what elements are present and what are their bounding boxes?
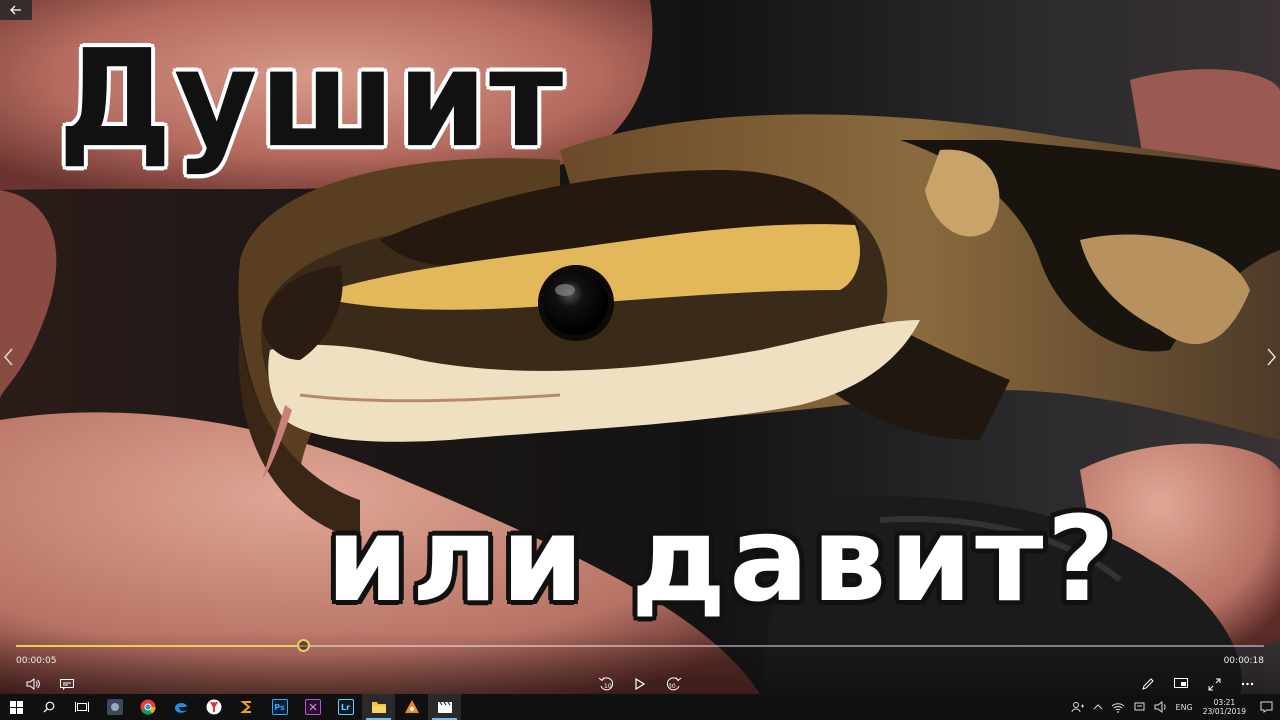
more-options-button[interactable] — [1238, 676, 1256, 692]
expand-icon — [1208, 678, 1220, 690]
yandex-icon — [206, 699, 221, 715]
taskbar-app-generic[interactable] — [98, 694, 131, 720]
play-button[interactable] — [632, 676, 648, 692]
chrome-icon — [140, 699, 156, 715]
photoshop-icon: Ps — [271, 699, 288, 715]
taskbar-app-edge[interactable] — [164, 694, 197, 720]
current-time: 00:00:05 — [16, 656, 57, 666]
language-indicator[interactable]: ENG — [1172, 694, 1197, 720]
skip-back-label: 10 — [604, 683, 612, 690]
skip-back-button[interactable]: 10 — [597, 676, 617, 692]
search-button[interactable] — [32, 694, 65, 720]
chevron-up-icon — [1093, 704, 1102, 710]
ellipsis-icon — [1241, 682, 1253, 686]
people-icon — [1071, 702, 1084, 713]
skip-forward-label: 30 — [668, 683, 676, 690]
system-tray: ENG 03:21 23/01/2019 — [1067, 694, 1280, 720]
taskbar-app-chrome[interactable] — [131, 694, 164, 720]
taskbar-app-media[interactable] — [296, 694, 329, 720]
folder-icon — [371, 702, 386, 713]
next-button[interactable] — [1266, 348, 1276, 371]
back-button[interactable] — [0, 0, 32, 20]
windows-logo-icon — [9, 700, 23, 714]
app-icon — [106, 699, 123, 715]
show-hidden-icons-button[interactable] — [1089, 694, 1107, 720]
player-controls: 00:00:05 00:00:18 10 30 — [0, 632, 1280, 694]
chevron-left-icon — [4, 348, 13, 366]
cast-icon — [1174, 678, 1188, 688]
speaker-icon — [1154, 701, 1166, 713]
chevron-right-icon — [1267, 348, 1276, 366]
taskbar-app-yandex[interactable] — [197, 694, 230, 720]
snake-eye — [544, 271, 608, 335]
play-icon — [635, 678, 645, 690]
network-button[interactable] — [1107, 694, 1129, 720]
rewind-10-icon: 10 — [598, 677, 614, 691]
lightroom-icon: Lr — [337, 699, 354, 715]
taskbar-app-media-player[interactable] — [395, 694, 428, 720]
task-view-icon — [74, 702, 89, 712]
wifi-icon — [1111, 702, 1124, 713]
search-icon — [43, 701, 54, 713]
taskbar-app-lightroom[interactable]: Lr — [329, 694, 362, 720]
fullscreen-button[interactable] — [1205, 676, 1223, 692]
skip-forward-button[interactable]: 30 — [663, 676, 683, 692]
clock-time: 03:21 — [1213, 698, 1236, 707]
seek-bar-thumb[interactable] — [297, 639, 311, 652]
caption-bottom: или давит? — [326, 490, 1118, 628]
clapperboard-icon — [437, 701, 452, 713]
volume-icon — [26, 678, 40, 690]
subtitles-button[interactable] — [58, 676, 76, 692]
previous-button[interactable] — [4, 348, 14, 371]
seek-bar-progress — [16, 645, 304, 647]
taskbar-app-file-explorer[interactable] — [362, 694, 395, 720]
subtitles-icon — [60, 678, 74, 690]
volume-button[interactable] — [24, 676, 42, 692]
back-arrow-icon — [10, 5, 21, 15]
taskbar-app-s[interactable] — [230, 694, 263, 720]
media-player-icon — [404, 700, 419, 713]
action-center-button[interactable] — [1252, 694, 1280, 720]
taskbar: Ps Lr ENG 03:21 23/01/2019 — [0, 694, 1280, 720]
caption-top: Душит — [58, 21, 566, 178]
tray-app-button[interactable] — [1129, 694, 1150, 720]
forward-30-icon: 30 — [666, 677, 682, 691]
start-button[interactable] — [0, 694, 32, 720]
volume-tray-button[interactable] — [1150, 694, 1172, 720]
clock[interactable]: 03:21 23/01/2019 — [1197, 694, 1252, 720]
notification-icon — [1260, 701, 1272, 713]
cast-button[interactable] — [1172, 676, 1190, 692]
tray-app-icon — [1134, 702, 1145, 711]
media-app-icon — [304, 699, 321, 715]
edge-icon — [174, 702, 187, 713]
taskbar-app-movies-tv[interactable] — [428, 694, 461, 720]
pencil-icon — [1141, 677, 1154, 690]
task-view-button[interactable] — [65, 694, 98, 720]
s-app-icon — [239, 701, 251, 713]
people-button[interactable] — [1067, 694, 1089, 720]
taskbar-app-photoshop[interactable]: Ps — [263, 694, 296, 720]
edit-button[interactable] — [1138, 676, 1156, 692]
clock-date: 23/01/2019 — [1202, 707, 1246, 716]
seek-bar[interactable] — [16, 639, 1264, 652]
total-time: 00:00:18 — [1223, 656, 1264, 666]
